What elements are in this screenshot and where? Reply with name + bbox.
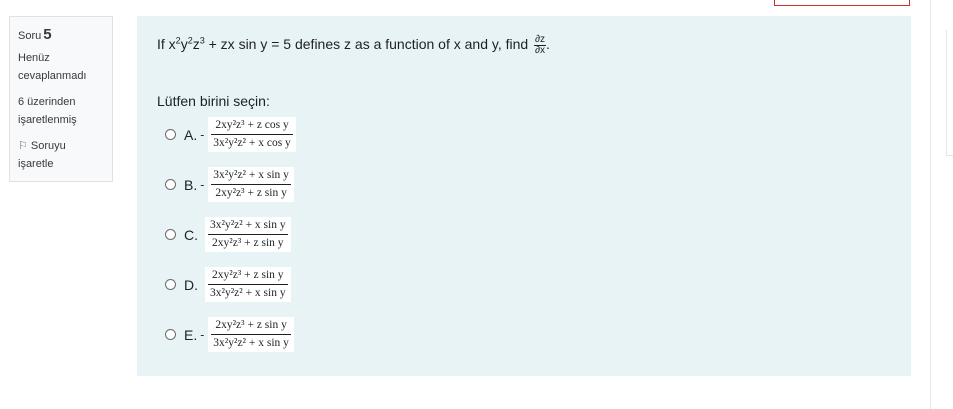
partial-denominator: ∂x bbox=[535, 45, 546, 56]
side-panel-edge bbox=[946, 30, 947, 156]
option-numerator: 3x²y²z² + x sin y bbox=[208, 217, 288, 235]
option-sign: - bbox=[200, 177, 205, 192]
option-denominator: 3x²y²z² + x sin y bbox=[210, 287, 286, 299]
option-fraction: 3x²y²z² + x sin y 2xy²z³ + z sin y bbox=[208, 167, 294, 202]
option-b[interactable]: B. - 3x²y²z² + x sin y 2xy²z³ + z sin y bbox=[165, 167, 294, 202]
option-sign: - bbox=[200, 327, 205, 342]
option-fraction: 2xy²z³ + z sin y 3x²y²z² + x sin y bbox=[205, 267, 291, 302]
radio-e[interactable] bbox=[165, 329, 176, 340]
option-fraction: 3x²y²z² + x sin y 2xy²z³ + z sin y bbox=[205, 217, 291, 252]
radio-c[interactable] bbox=[165, 229, 176, 240]
option-denominator: 3x²y²z² + x cos y bbox=[213, 137, 291, 149]
option-numerator: 2xy²z³ + z sin y bbox=[211, 317, 291, 335]
option-fraction: 2xy²z³ + z cos y 3x²y²z² + x cos y bbox=[208, 117, 296, 152]
option-letter: E. bbox=[184, 326, 198, 343]
option-fraction: 2xy²z³ + z sin y 3x²y²z² + x sin y bbox=[208, 317, 294, 352]
scroll-divider bbox=[930, 0, 931, 409]
question-text: If x2y2z3 + zx sin y = 5 defines z as a … bbox=[157, 34, 550, 56]
question-text-mid: + zx sin y = 5 defines z as a function o… bbox=[204, 36, 533, 53]
question-number-value: 5 bbox=[43, 26, 52, 43]
option-denominator: 2xy²z³ + z sin y bbox=[212, 237, 284, 249]
side-panel-edge-bottom bbox=[946, 155, 953, 156]
top-button-edge bbox=[774, 0, 910, 6]
question-label: Soru bbox=[18, 30, 42, 42]
option-numerator: 3x²y²z² + x sin y bbox=[211, 167, 291, 185]
flag-question-link[interactable]: ⚐ Soruyu işaretle bbox=[18, 137, 104, 173]
question-number: Soru 5 bbox=[18, 26, 104, 43]
radio-b[interactable] bbox=[165, 179, 176, 190]
radio-a[interactable] bbox=[165, 129, 176, 140]
option-letter: A. bbox=[184, 126, 198, 143]
answer-prompt: Lütfen birini seçin: bbox=[157, 93, 270, 109]
flag-icon: ⚐ bbox=[18, 140, 28, 152]
option-numerator: 2xy²z³ + z cos y bbox=[211, 117, 293, 135]
option-numerator: 2xy²z³ + z sin y bbox=[208, 267, 288, 285]
question-text-suffix: . bbox=[546, 36, 550, 53]
option-c[interactable]: C. 3x²y²z² + x sin y 2xy²z³ + z sin y bbox=[165, 217, 291, 252]
option-sign: - bbox=[200, 127, 205, 142]
option-denominator: 2xy²z³ + z sin y bbox=[215, 187, 287, 199]
question-grade: 6 üzerinden işaretlenmiş bbox=[18, 96, 77, 126]
option-letter: B. bbox=[184, 176, 198, 193]
option-letter: D. bbox=[184, 276, 198, 293]
question-text-prefix: If x bbox=[157, 36, 176, 53]
option-denominator: 3x²y²z² + x sin y bbox=[213, 337, 289, 349]
radio-d[interactable] bbox=[165, 279, 176, 290]
partial-derivative: ∂z ∂x bbox=[534, 35, 547, 56]
question-content: If x2y2z3 + zx sin y = 5 defines z as a … bbox=[137, 16, 911, 376]
option-e[interactable]: E. - 2xy²z³ + z sin y 3x²y²z² + x sin y bbox=[165, 317, 294, 352]
question-state: Henüz cevaplanmadı bbox=[18, 52, 87, 82]
question-info-panel: Soru 5 Henüz cevaplanmadı 6 üzerinden işa… bbox=[9, 16, 113, 182]
option-a[interactable]: A. - 2xy²z³ + z cos y 3x²y²z² + x cos y bbox=[165, 117, 296, 152]
option-d[interactable]: D. 2xy²z³ + z sin y 3x²y²z² + x sin y bbox=[165, 267, 291, 302]
option-letter: C. bbox=[184, 226, 198, 243]
